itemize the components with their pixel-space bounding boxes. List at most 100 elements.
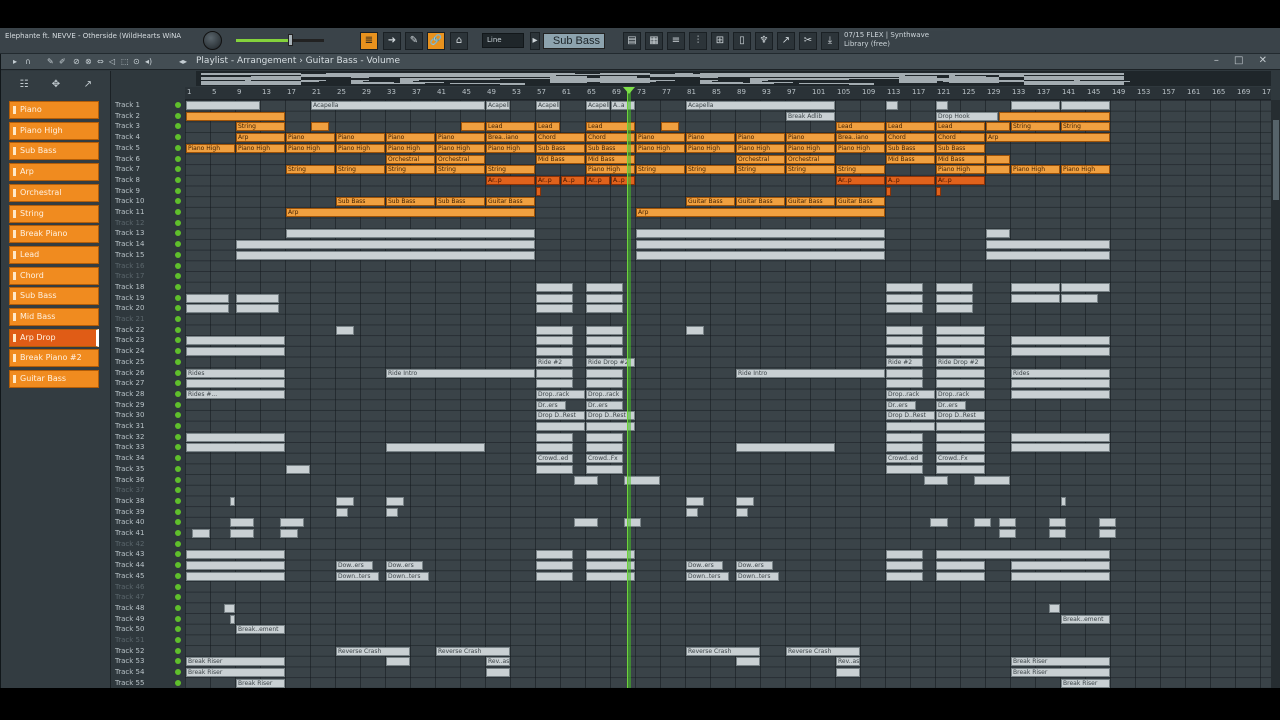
- track-header[interactable]: Track 51: [112, 635, 185, 645]
- track-header[interactable]: Track 40: [112, 517, 185, 527]
- playlist-clip[interactable]: Arp: [286, 208, 535, 217]
- playlist-clip[interactable]: Reverse Crash: [786, 646, 860, 656]
- track-header[interactable]: Track 46: [112, 582, 185, 592]
- playlist-clip[interactable]: [936, 443, 985, 453]
- track-header[interactable]: Track 13: [112, 228, 185, 238]
- track-header[interactable]: Track 10: [112, 196, 185, 206]
- track-mute-led[interactable]: [175, 658, 181, 665]
- playhead-line[interactable]: [627, 87, 631, 688]
- news-panel[interactable]: 07/15 FLEX | Synthwave Library (free): [842, 31, 950, 51]
- playlist-clip[interactable]: [936, 379, 985, 389]
- slice-icon[interactable]: ◁: [109, 57, 118, 67]
- playlist-clip[interactable]: Lead: [836, 122, 885, 132]
- browser-icon[interactable]: ⊞: [711, 32, 729, 50]
- track-header[interactable]: Track 11: [112, 207, 185, 217]
- track-mute-led[interactable]: [175, 112, 181, 119]
- playlist-clip[interactable]: Drop D..Rest: [536, 411, 585, 421]
- picker-item[interactable]: Guitar Bass: [9, 370, 99, 389]
- playlist-view-icon[interactable]: ≣: [360, 32, 378, 50]
- playlist-clip[interactable]: Lead: [486, 122, 535, 132]
- track-mute-led[interactable]: [175, 209, 181, 215]
- playlist-clip[interactable]: Piano High: [636, 143, 685, 153]
- playlist-clip[interactable]: Crowd..Fx: [586, 454, 623, 464]
- track-header[interactable]: Track 24: [112, 346, 185, 356]
- playlist-clip[interactable]: Acapella: [311, 101, 485, 110]
- playlist-clip[interactable]: [186, 432, 285, 442]
- project-icon[interactable]: ▯: [733, 32, 751, 50]
- tempo-icon[interactable]: ↗: [777, 32, 795, 50]
- playlist-clip[interactable]: Dr..ers: [536, 400, 567, 410]
- track-header[interactable]: Track 23: [112, 335, 185, 345]
- playlist-clip[interactable]: Sub Bass: [436, 197, 485, 207]
- playlist-clip[interactable]: Dr..ers: [936, 400, 967, 410]
- playlist-clip[interactable]: Orchestral: [736, 154, 785, 164]
- playlist-clip[interactable]: Ride #2: [536, 357, 573, 367]
- track-mute-led[interactable]: [175, 497, 181, 504]
- playlist-clip[interactable]: [736, 657, 760, 667]
- playlist-clip[interactable]: [236, 240, 535, 250]
- playlist-clip[interactable]: Chord: [936, 133, 985, 143]
- track-mute-led[interactable]: [175, 615, 181, 622]
- track-mute-led[interactable]: [175, 519, 181, 526]
- playlist-clip[interactable]: [386, 496, 404, 506]
- playlist-clip[interactable]: [311, 122, 329, 132]
- playlist-clip[interactable]: String: [636, 165, 685, 175]
- track-header[interactable]: Track 30: [112, 410, 185, 420]
- playlist-clip[interactable]: [1011, 101, 1060, 110]
- track-mute-led[interactable]: [175, 187, 181, 194]
- track-mute-led[interactable]: [175, 294, 181, 301]
- playlist-clip[interactable]: Dow..ers: [736, 561, 773, 571]
- playlist-clip[interactable]: [1048, 529, 1067, 538]
- playlist-clip[interactable]: Chord: [886, 133, 935, 143]
- vertical-scrollbar[interactable]: [1271, 100, 1280, 688]
- playlist-clip[interactable]: [1061, 496, 1067, 506]
- track-header[interactable]: Track 2: [112, 111, 185, 121]
- playlist-clip[interactable]: Acapella: [686, 101, 835, 110]
- playlist-clip[interactable]: Acapella: [536, 101, 560, 110]
- track-mute-led[interactable]: [175, 583, 181, 590]
- track-header[interactable]: Track 5: [112, 143, 185, 153]
- playlist-clip[interactable]: [1011, 336, 1110, 346]
- track-mute-led[interactable]: [175, 369, 181, 376]
- playlist-clip[interactable]: [236, 304, 279, 314]
- playlist-clip[interactable]: A..a: [611, 101, 635, 110]
- picker-item[interactable]: Piano High: [9, 121, 99, 140]
- track-mute-led[interactable]: [175, 123, 181, 130]
- playlist-clip[interactable]: [1061, 282, 1110, 292]
- playlist-clip[interactable]: Rev..ash: [486, 657, 510, 667]
- playlist-clip[interactable]: Crowd..ed: [536, 454, 573, 464]
- track-header[interactable]: Track 20: [112, 303, 185, 313]
- track-mute-led[interactable]: [175, 487, 181, 494]
- playlist-clip[interactable]: [536, 464, 573, 474]
- playlist-clip[interactable]: Ar..p: [486, 175, 535, 185]
- playlist-clip[interactable]: [386, 657, 410, 667]
- playlist-clip[interactable]: [236, 250, 535, 260]
- playlist-clip[interactable]: [536, 293, 573, 303]
- playlist-clip[interactable]: [886, 571, 923, 581]
- playlist-clip[interactable]: [536, 443, 573, 453]
- playlist-clip[interactable]: [886, 336, 923, 346]
- playlist-clip[interactable]: [998, 111, 1110, 121]
- playback-icon[interactable]: ◂): [145, 57, 154, 67]
- playlist-clip[interactable]: [1048, 603, 1060, 613]
- playlist-clip[interactable]: Break Riser: [1011, 668, 1110, 678]
- playlist-clip[interactable]: String: [1061, 122, 1110, 132]
- mute-icon[interactable]: ⊗: [85, 57, 94, 67]
- timeline-ruler[interactable]: 1 5 9 13 17 21 25 29 33 37 41 45 49 53 57 61 65 69 73 77 81 8…: [185, 87, 1271, 100]
- playlist-clip[interactable]: Ride Drop #2: [936, 357, 985, 367]
- track-header[interactable]: Track 25: [112, 357, 185, 367]
- track-mute-led[interactable]: [175, 465, 181, 472]
- playlist-clip[interactable]: [279, 518, 304, 528]
- playlist-clip[interactable]: Guitar Bass: [486, 197, 535, 207]
- playlist-clip[interactable]: String: [336, 165, 385, 175]
- playlist-clip[interactable]: [279, 529, 298, 538]
- playlist-clip[interactable]: [636, 229, 885, 239]
- playlist-clip[interactable]: String: [686, 165, 735, 175]
- playlist-clip[interactable]: Reverse Crash: [686, 646, 760, 656]
- playlist-clip[interactable]: Sub Bass: [936, 143, 985, 153]
- playlist-clip[interactable]: Break Riser: [1011, 657, 1110, 667]
- playlist-clip[interactable]: Drop..rack: [586, 389, 623, 399]
- playlist-clip[interactable]: [636, 250, 885, 260]
- track-mute-led[interactable]: [175, 273, 181, 280]
- track-mute-led[interactable]: [175, 604, 181, 611]
